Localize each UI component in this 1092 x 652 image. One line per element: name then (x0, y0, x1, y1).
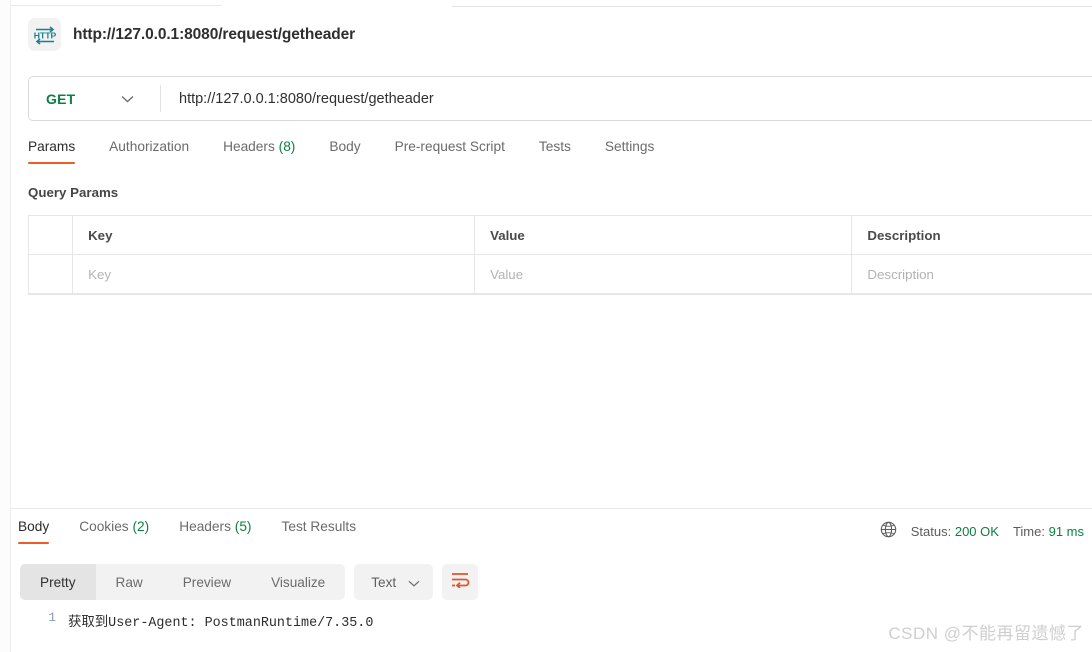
status-value: 200 OK (954, 523, 999, 539)
query-params-table: Key Value Description Key Value Descript… (28, 215, 1092, 295)
row-value-input[interactable]: Value (475, 255, 853, 293)
tab-params-label: Params (28, 139, 76, 154)
response-divider[interactable] (11, 508, 1092, 509)
response-status-strip: Status: 200 OK Time: 91 ms (880, 521, 1084, 541)
language-selector-label: Text (371, 574, 397, 590)
tabstrip-line-right (452, 6, 1092, 7)
status-badge[interactable]: Status: 200 OK (911, 524, 999, 539)
tab-authorization-label: Authorization (109, 139, 190, 154)
tab-headers[interactable]: Headers (8) (206, 139, 312, 164)
time-label: Time: (1012, 523, 1045, 539)
response-tab-cookies-label: Cookies (79, 519, 129, 534)
tab-pre-request-script-label: Pre-request Script (394, 139, 505, 154)
chevron-down-icon (408, 575, 420, 590)
url-bar: GET http://127.0.0.1:8080/request/gethea… (28, 76, 1092, 121)
response-tab-body[interactable]: Body (18, 519, 64, 544)
tab-tests[interactable]: Tests (522, 139, 588, 164)
status-label: Status: (910, 523, 952, 539)
method-label: GET (46, 90, 76, 107)
response-tab-cookies[interactable]: Cookies (2) (64, 519, 164, 544)
header-checkbox-cell (29, 216, 74, 254)
request-name-row: HTTP http://127.0.0.1:8080/request/gethe… (28, 18, 355, 51)
row-key-input[interactable]: Key (73, 255, 476, 293)
tab-headers-label: Headers (223, 139, 275, 154)
chevron-down-icon (121, 95, 134, 103)
header-value: Value (475, 216, 853, 254)
row-checkbox-cell[interactable] (29, 255, 74, 293)
left-rail (0, 0, 11, 652)
view-mode-pretty[interactable]: Pretty (20, 564, 96, 600)
svg-text:HTTP: HTTP (34, 30, 56, 40)
http-protocol-icon: HTTP (28, 18, 61, 51)
header-description: Description (867, 227, 941, 243)
table-row[interactable]: Key Value Description (29, 255, 1092, 294)
tab-settings[interactable]: Settings (588, 139, 671, 164)
view-mode-group: Pretty Raw Preview Visualize (20, 564, 346, 600)
request-title: http://127.0.0.1:8080/request/getheader (73, 25, 356, 43)
tab-headers-count: (8) (278, 139, 296, 154)
request-tabs: Params Authorization Headers (8) Body Pr… (28, 139, 671, 164)
query-params-title: Query Params (28, 185, 119, 200)
response-body-line: 获取到User-Agent: PostmanRuntime/7.35.0 (68, 616, 374, 631)
response-format-toolbar: Pretty Raw Preview Visualize Text (20, 564, 479, 600)
response-tabs: Body Cookies (2) Headers (5) Test Result… (18, 519, 371, 544)
response-tab-cookies-count: (2) (132, 519, 150, 534)
view-mode-raw[interactable]: Raw (96, 564, 163, 600)
tab-settings-label: Settings (604, 139, 655, 154)
response-tab-headers[interactable]: Headers (5) (164, 519, 266, 544)
time-badge[interactable]: Time: 91 ms (1013, 524, 1084, 539)
time-value: 91 ms (1048, 523, 1084, 539)
response-tab-body-label: Body (18, 519, 50, 534)
response-tab-test-results[interactable]: Test Results (267, 519, 372, 544)
response-tab-headers-count: (5) (234, 519, 252, 534)
tab-body-label: Body (329, 139, 361, 154)
word-wrap-icon (451, 572, 470, 593)
language-selector[interactable]: Text (354, 564, 434, 600)
tab-params[interactable]: Params (28, 139, 92, 164)
tab-body[interactable]: Body (312, 139, 377, 164)
word-wrap-button[interactable] (442, 564, 479, 600)
row-description-input[interactable]: Description (852, 255, 1092, 293)
tabstrip-line-left (0, 5, 222, 6)
view-mode-preview[interactable]: Preview (163, 564, 251, 600)
tab-pre-request-script[interactable]: Pre-request Script (378, 139, 522, 164)
globe-icon (880, 521, 897, 541)
method-selector[interactable]: GET (29, 77, 160, 120)
tab-authorization[interactable]: Authorization (92, 139, 206, 164)
line-number: 1 (48, 610, 56, 625)
watermark: CSDN @不能再留遗憾了 (888, 624, 1084, 643)
table-header-row: Key Value Description (29, 216, 1092, 255)
response-tab-test-results-label: Test Results (281, 519, 357, 534)
header-key: Key (73, 216, 476, 254)
tab-tests-label: Tests (538, 139, 571, 154)
view-mode-visualize[interactable]: Visualize (251, 564, 345, 600)
response-tab-headers-label: Headers (179, 519, 231, 534)
postman-request-view: HTTP http://127.0.0.1:8080/request/gethe… (0, 0, 1092, 652)
url-input[interactable]: http://127.0.0.1:8080/request/getheader (161, 77, 1092, 120)
